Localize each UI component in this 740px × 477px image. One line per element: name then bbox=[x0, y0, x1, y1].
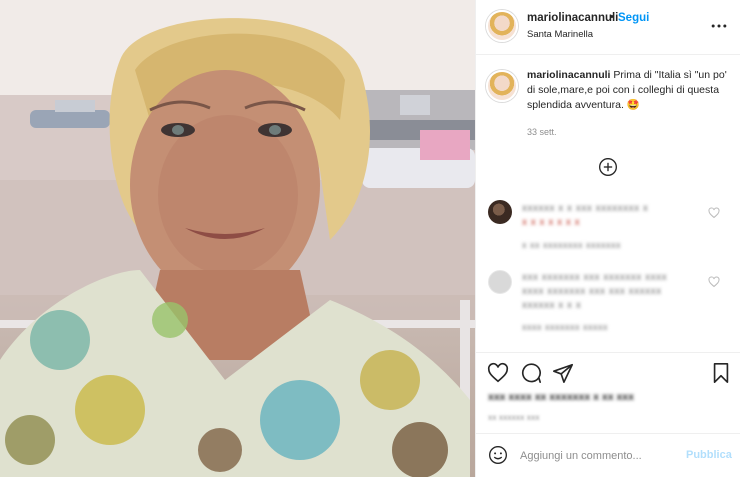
post-photo[interactable] bbox=[0, 0, 475, 477]
post-location[interactable]: Santa Marinella bbox=[527, 29, 593, 40]
comment-text: xxxxxx x x xxx xxxxxxxx x bbox=[522, 203, 649, 214]
load-more-comments-icon[interactable] bbox=[598, 157, 618, 177]
caption-time[interactable]: 33 sett. bbox=[527, 127, 557, 137]
separator-dot: • bbox=[610, 11, 614, 23]
post-photo-illustration bbox=[0, 0, 475, 477]
post-caption: mariolinacannuli Prima di "Italia sì "un… bbox=[527, 68, 731, 113]
comment-avatar[interactable] bbox=[488, 200, 512, 224]
share-paper-plane-icon[interactable] bbox=[552, 362, 574, 384]
post-header: mariolinacannuli • Segui Santa Marinella bbox=[476, 0, 740, 55]
like-heart-icon[interactable] bbox=[487, 362, 509, 384]
comment-input[interactable] bbox=[520, 447, 685, 465]
comment-text-line3: xxxxxx x x x bbox=[522, 300, 582, 311]
more-options-icon[interactable] bbox=[709, 16, 729, 36]
comment-bubble-icon[interactable] bbox=[520, 362, 542, 384]
likes-count[interactable]: xxx xxxx xx xxxxxxx x xx xxx bbox=[488, 391, 634, 403]
author-avatar[interactable] bbox=[486, 10, 518, 42]
post-panel: mariolinacannuli • Segui Santa Marinella… bbox=[475, 0, 740, 477]
author-username[interactable]: mariolinacannuli bbox=[527, 12, 618, 24]
add-comment-bar: Pubblica bbox=[476, 433, 740, 477]
caption-avatar[interactable] bbox=[486, 70, 518, 102]
comment-avatar-default[interactable] bbox=[488, 270, 512, 294]
comment-like-icon[interactable] bbox=[708, 276, 720, 288]
bookmark-icon[interactable] bbox=[710, 362, 732, 384]
comment-emoji-line: x x x x x x x bbox=[522, 217, 581, 228]
follow-button[interactable]: Segui bbox=[618, 12, 649, 24]
action-bar bbox=[476, 352, 740, 392]
comment-meta: x xx xxxxxxxx xxxxxxx bbox=[522, 240, 622, 250]
comment-text: xxx xxxxxxx xxx xxxxxxx xxxx bbox=[522, 272, 668, 283]
comment-like-icon[interactable] bbox=[708, 207, 720, 219]
comment-meta: xxxx xxxxxxx xxxxx bbox=[522, 322, 609, 332]
post-date: xx xxxxxx xxx bbox=[488, 412, 540, 422]
emoji-smile-icon[interactable] bbox=[488, 445, 508, 465]
comment-text-line2: xxxx xxxxxxx xxx xxx xxxxxx bbox=[522, 286, 662, 297]
publish-button[interactable]: Pubblica bbox=[686, 449, 732, 461]
caption-username[interactable]: mariolinacannuli bbox=[527, 69, 610, 81]
